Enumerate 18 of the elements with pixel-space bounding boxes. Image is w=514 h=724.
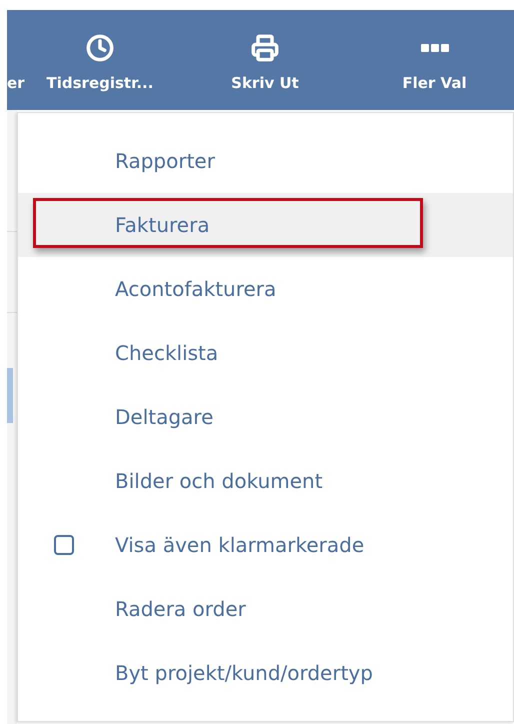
toolbar-button[interactable]: Tidsregistr... xyxy=(25,10,175,110)
menu-item[interactable]: Deltagare xyxy=(115,405,214,429)
more-icon xyxy=(420,43,448,53)
menu-item[interactable]: Visa även klarmarkerade xyxy=(115,533,364,557)
menu-item[interactable]: Checklista xyxy=(115,341,218,365)
toolbar-button[interactable]: Skriv Ut xyxy=(175,10,355,110)
checkbox[interactable] xyxy=(54,535,74,555)
menu-item[interactable]: Fakturera xyxy=(115,213,210,237)
menu-item[interactable]: Acontofakturera xyxy=(115,277,276,301)
menu-item[interactable]: Bilder och dokument xyxy=(115,469,323,493)
menu-item[interactable]: Byt projekt/kund/ordertyp xyxy=(115,661,373,685)
clock-icon xyxy=(86,34,114,62)
toolbar-button[interactable]: er xyxy=(7,10,25,110)
printer-icon xyxy=(251,34,279,62)
menu-item[interactable]: Radera order xyxy=(115,597,246,621)
menu-item[interactable]: Rapporter xyxy=(115,149,215,173)
selection-bar xyxy=(7,368,13,423)
toolbar-button[interactable]: Fler Val xyxy=(355,10,514,110)
